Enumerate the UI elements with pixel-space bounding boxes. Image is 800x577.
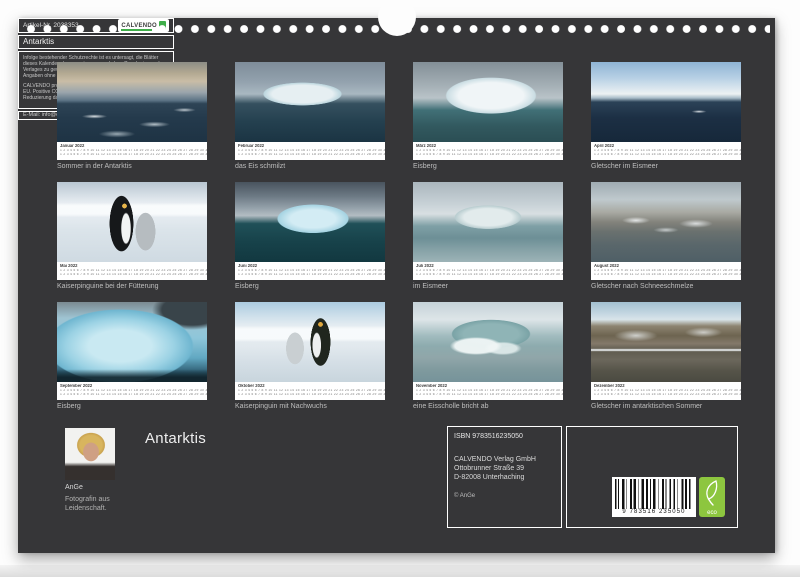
mini-calendar: Januar 2022 1 2 3 4 5 6 7 8 9 10 11 12 1… [57,142,207,160]
thumbnail-april: April 2022 1 2 3 4 5 6 7 8 9 10 11 12 13… [591,62,741,172]
month-photo [57,302,207,382]
month-caption: Kaiserpinguin mit Nachwuchs [235,402,385,412]
mini-calendar: August 2022 1 2 3 4 5 6 7 8 9 10 11 12 1… [591,262,741,280]
month-caption: Gletscher im Eismeer [591,162,741,172]
month-photo [57,62,207,142]
mini-calendar-day-row: 1 2 3 4 5 6 7 8 9 10 11 12 13 14 15 16 1… [238,153,381,157]
thumbnail-dezember: Dezember 2022 1 2 3 4 5 6 7 8 9 10 11 12… [591,302,741,412]
month-photo [591,302,741,382]
thumbnail-november: November 2022 1 2 3 4 5 6 7 8 9 10 11 12… [413,302,563,412]
thumbnail-juli: Juli 2022 1 2 3 4 5 6 7 8 9 10 11 12 13 … [413,182,563,292]
author-portrait [65,428,115,480]
month-caption: Gletscher im antarktischen Sommer [591,402,741,412]
month-caption: Eisberg [57,402,207,412]
thumbnail-juni: Juni 2022 1 2 3 4 5 6 7 8 9 10 11 12 13 … [235,182,385,292]
mini-calendar-day-row: 1 2 3 4 5 6 7 8 9 10 11 12 13 14 15 16 1… [594,393,737,397]
publisher-column: ISBN 9783516235050 CALVENDO Verlag GmbH … [447,426,562,528]
thumbnail-september: September 2022 1 2 3 4 5 6 7 8 9 10 11 1… [57,302,207,412]
month-photo [413,182,563,262]
leaf-icon [701,479,723,507]
mini-calendar: Februar 2022 1 2 3 4 5 6 7 8 9 10 11 12 … [235,142,385,160]
mini-calendar: Mai 2022 1 2 3 4 5 6 7 8 9 10 11 12 13 1… [57,262,207,280]
background-floor-shadow [0,565,800,577]
thumbnail-august: August 2022 1 2 3 4 5 6 7 8 9 10 11 12 1… [591,182,741,292]
barcode-column: 9 783516 235050 eco [566,426,738,528]
calendar-title: Antarktis [145,430,206,447]
thumbnail-mai: Mai 2022 1 2 3 4 5 6 7 8 9 10 11 12 13 1… [57,182,207,292]
thumbnail-januar: Januar 2022 1 2 3 4 5 6 7 8 9 10 11 12 1… [57,62,207,172]
publisher-street: Ottobrunner Straße 39 [454,464,555,473]
barcode-number: 9 783516 235050 [615,509,693,516]
month-caption: im Eismeer [413,282,563,292]
mini-calendar-day-row: 1 2 3 4 5 6 7 8 9 10 11 12 13 14 15 16 1… [238,393,381,397]
month-caption: Eisberg [413,162,563,172]
mini-calendar-day-row: 1 2 3 4 5 6 7 8 9 10 11 12 13 14 15 16 1… [594,153,737,157]
mini-calendar-day-row: 1 2 3 4 5 6 7 8 9 10 11 12 13 14 15 16 1… [238,273,381,277]
month-thumbnail-grid: Januar 2022 1 2 3 4 5 6 7 8 9 10 11 12 1… [57,62,741,412]
month-photo-penguins [235,302,385,382]
month-photo [591,62,741,142]
product-title-box: Antarktis [18,35,174,49]
thumbnail-maerz: März 2022 1 2 3 4 5 6 7 8 9 10 11 12 13 … [413,62,563,172]
mini-calendar-day-row: 1 2 3 4 5 6 7 8 9 10 11 12 13 14 15 16 1… [416,153,559,157]
publisher-city: D-82008 Unterhaching [454,473,555,482]
author-tagline-line1: Fotografin aus [65,495,110,504]
eco-badge: eco [699,477,725,517]
mini-calendar-day-row: 1 2 3 4 5 6 7 8 9 10 11 12 13 14 15 16 1… [416,393,559,397]
month-caption: Eisberg [235,282,385,292]
eco-badge-label: eco [699,510,725,516]
mini-calendar: März 2022 1 2 3 4 5 6 7 8 9 10 11 12 13 … [413,142,563,160]
mini-calendar-day-row: 1 2 3 4 5 6 7 8 9 10 11 12 13 14 15 16 1… [60,393,203,397]
month-caption: Sommer in der Antarktis [57,162,207,172]
ean-barcode: 9 783516 235050 [612,477,696,517]
mini-calendar: Juli 2022 1 2 3 4 5 6 7 8 9 10 11 12 13 … [413,262,563,280]
month-photo [235,62,385,142]
month-caption: Kaiserpinguine bei der Fütterung [57,282,207,292]
mini-calendar: Dezember 2022 1 2 3 4 5 6 7 8 9 10 11 12… [591,382,741,400]
month-caption: eine Eisscholle bricht ab [413,402,563,412]
mini-calendar: Juni 2022 1 2 3 4 5 6 7 8 9 10 11 12 13 … [235,262,385,280]
thumbnail-februar: Februar 2022 1 2 3 4 5 6 7 8 9 10 11 12 … [235,62,385,172]
month-photo [413,62,563,142]
mini-calendar: September 2022 1 2 3 4 5 6 7 8 9 10 11 1… [57,382,207,400]
mini-calendar: Oktober 2022 1 2 3 4 5 6 7 8 9 10 11 12 … [235,382,385,400]
month-photo-penguins [57,182,207,262]
publisher-name: CALVENDO Verlag GmbH [454,455,555,464]
thumbnail-oktober: Oktober 2022 1 2 3 4 5 6 7 8 9 10 11 12 … [235,302,385,412]
product-photo-stage: Januar 2022 1 2 3 4 5 6 7 8 9 10 11 12 1… [0,0,800,577]
month-caption: das Eis schmilzt [235,162,385,172]
mini-calendar-day-row: 1 2 3 4 5 6 7 8 9 10 11 12 13 14 15 16 1… [594,273,737,277]
month-photo [235,182,385,262]
mini-calendar-day-row: 1 2 3 4 5 6 7 8 9 10 11 12 13 14 15 16 1… [60,153,203,157]
mini-calendar: November 2022 1 2 3 4 5 6 7 8 9 10 11 12… [413,382,563,400]
month-caption: Gletscher nach Schneeschmelze [591,282,741,292]
calvendo-logo-text: CALVENDO [121,23,157,29]
month-photo [591,182,741,262]
mini-calendar: April 2022 1 2 3 4 5 6 7 8 9 10 11 12 13… [591,142,741,160]
calendar-back-sheet: Januar 2022 1 2 3 4 5 6 7 8 9 10 11 12 1… [18,18,775,553]
barcode-bars [615,479,693,509]
copyright-note: © AnGe [454,492,555,501]
mini-calendar-day-row: 1 2 3 4 5 6 7 8 9 10 11 12 13 14 15 16 1… [60,273,203,277]
isbn-number: ISBN 9783516235050 [454,432,555,441]
author-name: AnGe [65,484,83,491]
author-tagline-line2: Leidenschaft. [65,504,110,513]
author-tagline: Fotografin aus Leidenschaft. [65,495,110,513]
mini-calendar-day-row: 1 2 3 4 5 6 7 8 9 10 11 12 13 14 15 16 1… [416,273,559,277]
month-photo [413,302,563,382]
